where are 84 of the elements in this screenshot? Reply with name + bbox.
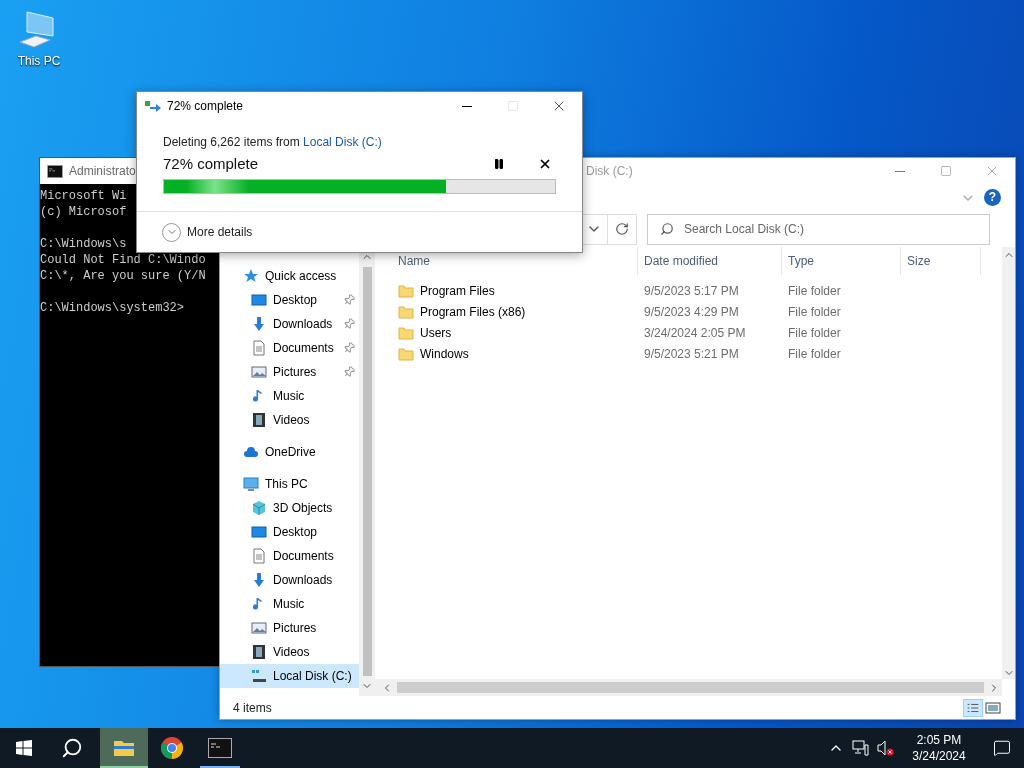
search-field[interactable]: Search Local Disk (C:) [647, 213, 990, 245]
folder-icon [398, 345, 414, 362]
help-button[interactable]: ? [984, 189, 1001, 206]
nav-item[interactable]: Videos [220, 640, 359, 664]
refresh-icon [615, 222, 629, 236]
nav-item[interactable]: Local Disk (C:) [220, 664, 359, 688]
nav-item[interactable]: Desktop [220, 288, 359, 312]
nav-item[interactable]: OneDrive [220, 440, 359, 464]
scrollbar[interactable] [375, 679, 1002, 696]
window-title: 72% complete [167, 98, 244, 115]
terminal-icon [208, 738, 232, 758]
transfer-icon [145, 100, 161, 112]
nav-item[interactable]: Pictures [220, 616, 359, 640]
clock-time[interactable]: 2:05 PM [916, 732, 962, 748]
nav-item[interactable]: Music [220, 384, 359, 408]
document-icon [251, 548, 267, 564]
terminal-line: Could Not Find C:\Windo [40, 252, 207, 268]
more-details-button[interactable]: More details [162, 222, 253, 242]
column-header[interactable]: Type [782, 247, 901, 275]
search-icon [61, 737, 83, 759]
minimize-icon [462, 105, 472, 107]
picture-icon [251, 364, 267, 380]
windows-logo-icon [16, 740, 32, 756]
network-icon[interactable] [852, 740, 869, 756]
file-row[interactable]: Program Files 9/5/2023 5:17 PM File folder [377, 280, 1002, 301]
terminal-line: C:\Windows\s [40, 236, 128, 252]
picture-icon [251, 620, 267, 636]
clock-date[interactable]: 3/24/2024 [912, 748, 966, 764]
nav-item[interactable]: This PC [220, 472, 359, 496]
thumbnail-view-icon[interactable] [985, 700, 1001, 715]
nav-item[interactable]: Desktop [220, 520, 359, 544]
scrollbar[interactable] [1002, 247, 1015, 679]
nav-item[interactable]: Pictures [220, 360, 359, 384]
folder-icon [398, 282, 414, 299]
folder-icon [398, 303, 414, 320]
column-header[interactable]: Date modified [638, 247, 782, 275]
search-icon [660, 222, 674, 236]
cloud-icon [243, 444, 259, 460]
film-icon [251, 412, 267, 428]
film-icon [251, 644, 267, 660]
status-message: Deleting 6,262 items from Local Disk (C:) [163, 134, 383, 151]
refresh-button[interactable] [608, 213, 637, 245]
progress-heading: 72% complete [163, 153, 260, 174]
location-link[interactable]: Local Disk (C:) [303, 135, 382, 149]
download-arrow-icon [251, 572, 267, 588]
file-row[interactable]: Users 3/24/2024 2:05 PM File folder [377, 322, 1002, 343]
nav-item[interactable]: Videos [220, 408, 359, 432]
terminal-icon [47, 164, 63, 178]
nav-item[interactable]: Downloads [220, 312, 359, 336]
nav-item[interactable]: Documents [220, 336, 359, 360]
maximize-icon [940, 165, 952, 177]
minimize-icon [895, 170, 905, 172]
folder-icon [398, 324, 414, 341]
browser-logo-icon [160, 736, 184, 760]
notification-icon [993, 739, 1011, 757]
details-view-icon[interactable] [963, 698, 983, 717]
column-header[interactable]: Size [901, 247, 981, 275]
pause-icon [493, 158, 505, 170]
drive-icon [251, 668, 267, 684]
close-icon [538, 157, 552, 171]
nav-item[interactable]: Quick access [220, 264, 359, 288]
nav-item[interactable]: Music [220, 592, 359, 616]
star-icon [243, 268, 259, 284]
cube-icon [251, 500, 267, 516]
document-icon [251, 340, 267, 356]
download-arrow-icon [251, 316, 267, 332]
monitor-icon [243, 476, 259, 492]
monitor-icon [251, 524, 267, 540]
window-title: Administrato [69, 163, 136, 180]
nav-item[interactable]: Documents [220, 544, 359, 568]
file-row[interactable]: Program Files (x86) 9/5/2023 4:29 PM File folder [377, 301, 1002, 322]
search-input[interactable]: Search Local Disk (C:) [684, 220, 989, 238]
terminal-line: (c) Microsof [40, 204, 128, 220]
terminal-line: C:\Windows\system32> [40, 300, 186, 316]
terminal-line: C:\*, Are you sure (Y/N [40, 268, 207, 284]
file-row[interactable]: Windows 9/5/2023 5:21 PM File folder [377, 343, 1002, 364]
monitor-icon [251, 292, 267, 308]
window-title: Disk (C:) [586, 163, 633, 180]
muted-speaker-icon[interactable] [877, 740, 894, 756]
status-text: 4 items [233, 699, 272, 717]
maximize-icon [507, 100, 519, 112]
nav-item[interactable]: 3D Objects [220, 496, 359, 520]
nav-item[interactable]: Downloads [220, 568, 359, 592]
terminal-line: Microsoft Wi [40, 188, 128, 204]
